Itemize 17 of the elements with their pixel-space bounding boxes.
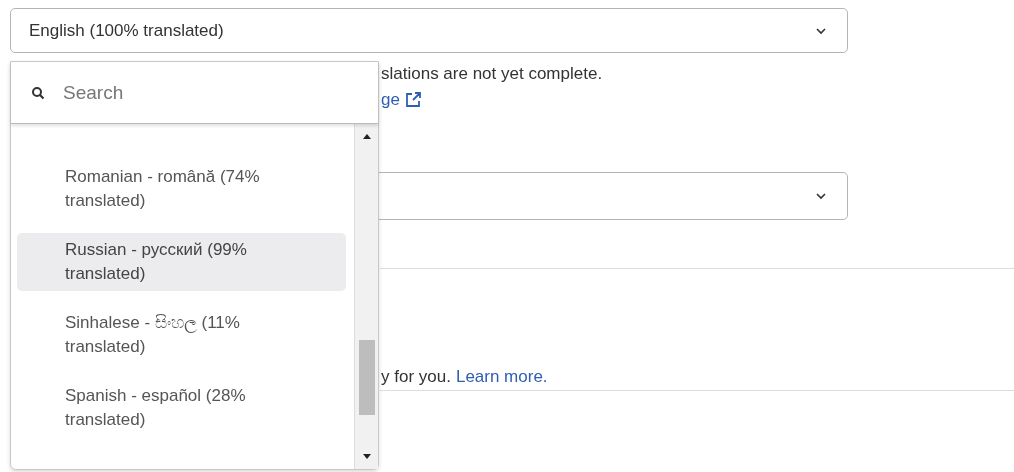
chevron-down-icon bbox=[815, 192, 827, 200]
language-option[interactable]: Russian - русский (99% translated) bbox=[17, 233, 346, 291]
learn-more-link[interactable]: Learn more. bbox=[455, 367, 548, 387]
scrollbar[interactable] bbox=[354, 124, 378, 469]
external-link-icon bbox=[403, 91, 422, 109]
language-option[interactable]: Romanian - română (74% translated) bbox=[17, 160, 346, 218]
description-text: y for you. bbox=[381, 367, 451, 387]
language-option[interactable]: Sinhalese - සිංහල (11% translated) bbox=[17, 306, 346, 364]
scrollbar-thumb[interactable] bbox=[359, 340, 375, 415]
notice-text: slations are not yet complete. bbox=[381, 64, 603, 84]
language-option[interactable]: Spanish - español (28% translated) bbox=[17, 379, 346, 437]
scroll-up-icon[interactable] bbox=[363, 134, 371, 139]
scroll-down-icon[interactable] bbox=[363, 454, 371, 459]
language-select[interactable]: English (100% translated) bbox=[10, 8, 848, 53]
language-link[interactable]: ge bbox=[381, 90, 400, 110]
search-icon bbox=[31, 85, 45, 100]
chevron-down-icon bbox=[815, 26, 827, 35]
